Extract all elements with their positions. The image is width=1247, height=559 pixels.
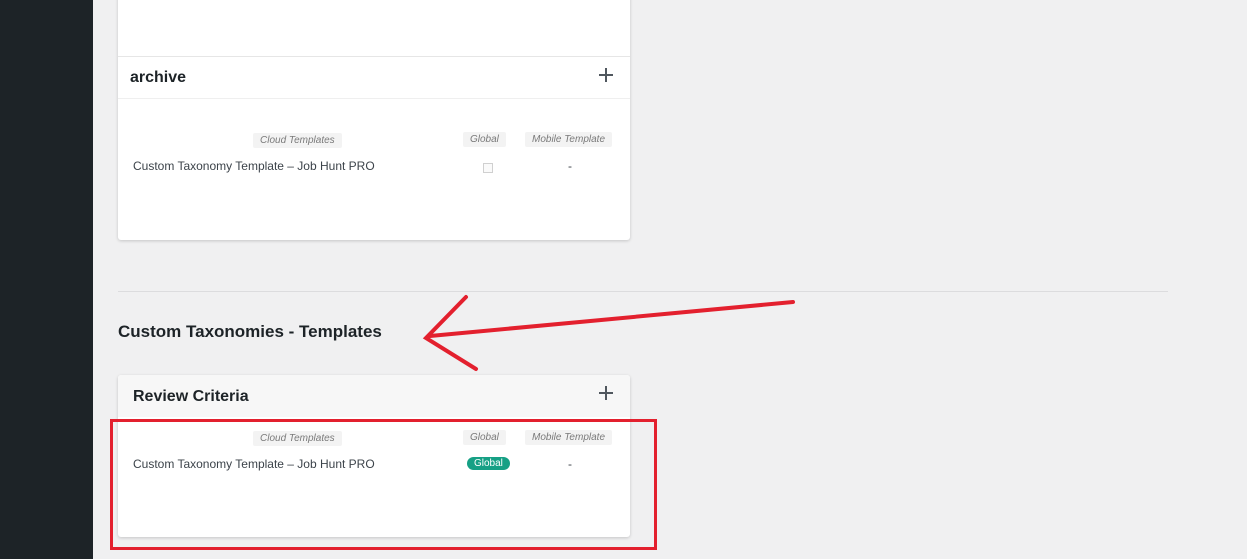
section-divider — [118, 291, 1168, 292]
annotation-highlight-box — [110, 419, 657, 550]
review-criteria-card-title: Review Criteria — [133, 388, 249, 405]
archive-card-header[interactable]: archive — [118, 56, 630, 99]
admin-sidebar — [0, 0, 93, 559]
template-row-name[interactable]: Custom Taxonomy Template – Job Hunt PRO — [133, 159, 375, 173]
review-criteria-card-header[interactable]: Review Criteria — [118, 375, 630, 417]
global-column-header: Global — [463, 132, 506, 147]
global-checkbox[interactable] — [483, 163, 493, 173]
mobile-template-value: - — [568, 159, 572, 173]
plus-icon[interactable] — [598, 67, 614, 83]
archive-card: archive Cloud Templates Global Mobile Te… — [118, 0, 630, 240]
section-title: Custom Taxonomies - Templates — [118, 322, 382, 341]
plus-icon[interactable] — [598, 385, 614, 401]
archive-card-title: archive — [130, 69, 187, 86]
mobile-template-column-header: Mobile Template — [525, 132, 613, 147]
cloud-templates-column-header: Cloud Templates — [253, 133, 342, 148]
